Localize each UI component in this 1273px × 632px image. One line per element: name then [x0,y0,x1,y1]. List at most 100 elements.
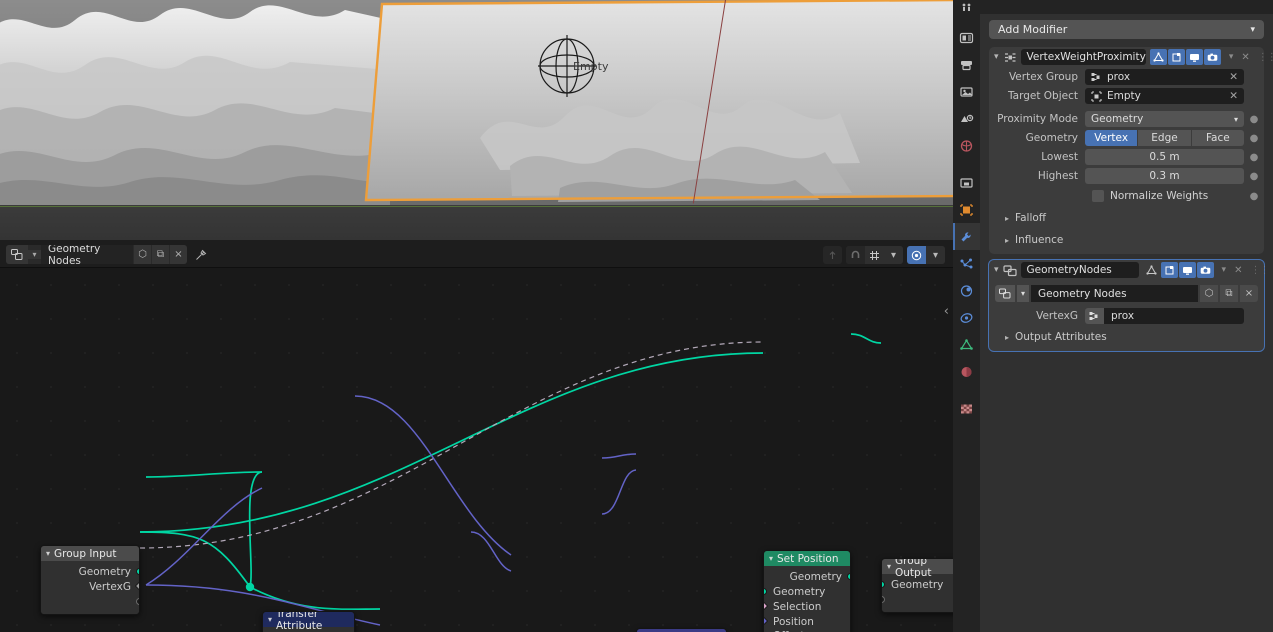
geometry-mode-edge[interactable]: Edge [1138,130,1190,146]
tab-modifier-icon[interactable] [953,223,980,250]
geometry-node-editor[interactable]: ▾ Geometry Nodes ⬡ ⧉ × [0,242,953,632]
properties-editor[interactable]: Add Modifier ▾ ▾ VertexWeightProximity [980,0,1273,632]
snap-magnet-icon[interactable] [846,246,865,264]
subpanel-influence[interactable]: ▸ Influence [989,229,1264,251]
subpanel-falloff[interactable]: ▸ Falloff [989,207,1264,229]
socket-virtual[interactable] [881,596,885,603]
modifier-extras-chevron-icon[interactable]: ▾ [1222,265,1227,275]
snap-increment-icon[interactable] [865,246,884,264]
chevron-down-icon[interactable]: ▾ [994,265,999,275]
animate-property-dot[interactable]: ● [1248,152,1260,163]
proximity-mode-dropdown[interactable]: Geometry ▾ [1085,111,1244,127]
node-tree-name[interactable]: Geometry Nodes [41,245,133,264]
socket-geometry-out[interactable] [847,573,851,580]
modifier-panel-vertex-weight-proximity[interactable]: ▾ VertexWeightProximity [989,47,1264,254]
socket-row[interactable]: Geometry [764,584,850,599]
render-camera-icon[interactable] [1204,49,1221,65]
tab-output-icon[interactable] [953,78,980,105]
unlink-icon[interactable]: × [1240,285,1258,302]
node-canvas[interactable]: ▾ Group Input Geometry VertexG [0,268,953,632]
highest-value-field[interactable]: 0.3 m [1085,168,1244,184]
target-object-field[interactable]: Empty ✕ [1085,88,1244,104]
delete-modifier-icon[interactable]: ✕ [1241,52,1249,63]
socket-row[interactable]: Position [764,614,850,629]
render-camera-icon[interactable] [1197,262,1214,278]
chevron-down-icon[interactable]: ▾ [887,562,891,571]
node-set-position[interactable]: ▾ Set Position Geometry Geometry Selecti… [763,550,851,632]
chevron-down-icon[interactable]: ▾ [994,52,999,62]
socket-vertex-group[interactable] [135,582,140,590]
node-header[interactable]: ▾ Set Position [764,551,850,566]
fake-user-icon[interactable]: ⬡ [133,245,151,264]
edit-mode-icon[interactable] [1150,49,1167,65]
socket-row[interactable]: Selection [764,599,850,614]
delete-modifier-icon[interactable]: ✕ [1234,265,1242,276]
tab-collection-icon[interactable] [953,169,980,196]
socket-virtual[interactable] [136,598,140,605]
modifier-name-field[interactable]: VertexWeightProximity [1021,49,1146,65]
sidebar-toggle-icon[interactable]: ‹ [944,304,949,319]
geometry-mode-row[interactable]: Geometry Vertex Edge Face ● [989,129,1264,147]
realtime-icon[interactable] [1179,262,1196,278]
socket-geometry[interactable] [136,568,140,575]
node-group-name-field[interactable]: Geometry Nodes [1031,285,1198,302]
modifier-name-field[interactable]: GeometryNodes [1021,262,1139,278]
3d-viewport[interactable]: Empty [0,0,953,240]
tab-scene-icon[interactable] [953,132,980,159]
new-copy-icon[interactable]: ⧉ [151,245,169,264]
socket-row[interactable]: Geometry [764,569,850,584]
node-add[interactable]: ▾ Add Vector Add ▾ Vector [636,628,727,632]
socket-selection[interactable] [763,602,768,610]
chevron-down-icon[interactable]: ▾ [268,615,272,624]
chevron-down-icon[interactable]: ▾ [28,250,41,259]
tab-material-icon[interactable] [953,358,980,385]
modifier-header[interactable]: ▾ VertexWeightProximity [989,47,1264,67]
highest-row[interactable]: Highest 0.3 m ● [989,167,1264,185]
geometry-mode-face[interactable]: Face [1192,130,1244,146]
tab-constraints-icon[interactable] [953,304,980,331]
vertex-group-field[interactable]: prox ✕ [1085,69,1244,85]
node-header[interactable]: ▾ Group Input [41,546,139,561]
node-transfer-attribute-top[interactable]: ▾ Transfer Attribute Attribute Vector ▾ … [262,611,355,632]
edit-mode-icon[interactable] [1143,262,1160,278]
chevron-down-icon[interactable]: ▾ [1017,285,1029,302]
drag-handle-icon[interactable]: ⋮⋮ [1250,265,1262,276]
geometry-mode-vertex[interactable]: Vertex [1085,130,1137,146]
subpanel-output-attributes[interactable]: ▸ Output Attributes [989,326,1264,348]
transform-up-icon[interactable] [823,246,842,264]
lowest-value-field[interactable]: 0.5 m [1085,149,1244,165]
node-header[interactable]: ▾ Transfer Attribute [263,612,354,627]
node-group-input[interactable]: ▾ Group Input Geometry VertexG [40,545,140,615]
clear-vertex-group-icon[interactable]: ✕ [1229,71,1238,83]
socket-row[interactable] [41,594,139,609]
animate-property-dot[interactable]: ● [1248,171,1260,182]
fake-user-icon[interactable]: ⬡ [1200,285,1218,302]
proportional-falloff-chevron-icon[interactable]: ▾ [926,246,945,264]
unlink-icon[interactable]: × [169,245,187,264]
socket-geometry-in[interactable] [763,588,767,595]
tab-view-layer-icon[interactable] [953,105,980,132]
tab-particles-icon[interactable] [953,250,980,277]
new-copy-icon[interactable]: ⧉ [1220,285,1238,302]
chevron-down-icon[interactable]: ▾ [46,549,50,558]
cage-icon[interactable] [1161,262,1178,278]
modifier-header[interactable]: ▾ GeometryNodes [989,260,1264,280]
socket-position[interactable] [763,617,768,625]
tab-data-icon[interactable] [953,331,980,358]
socket-geometry[interactable] [881,581,885,588]
socket-row[interactable]: Geometry [41,564,139,579]
geometry-mode-segmented[interactable]: Vertex Edge Face [1085,130,1244,146]
node-group-row[interactable]: ▾ Geometry Nodes ⬡ ⧉ × [995,284,1258,303]
cage-icon[interactable] [1168,49,1185,65]
animate-property-dot[interactable]: ● [1248,133,1260,144]
vertexg-input[interactable]: prox [1085,308,1244,324]
drag-handle-icon[interactable]: ⋮⋮ [1258,52,1270,63]
proportional-edit-icon[interactable] [907,246,926,264]
clear-target-object-icon[interactable]: ✕ [1229,90,1238,102]
node-tree-selector[interactable]: ▾ Geometry Nodes ⬡ ⧉ × [6,245,187,264]
selected-plane-object[interactable] [360,0,953,210]
snap-dropdown-chevron-icon[interactable]: ▾ [884,246,903,264]
tab-object-icon[interactable] [953,196,980,223]
animate-property-dot[interactable]: ● [1248,114,1260,125]
node-group-input-row[interactable]: VertexG prox [989,307,1264,325]
